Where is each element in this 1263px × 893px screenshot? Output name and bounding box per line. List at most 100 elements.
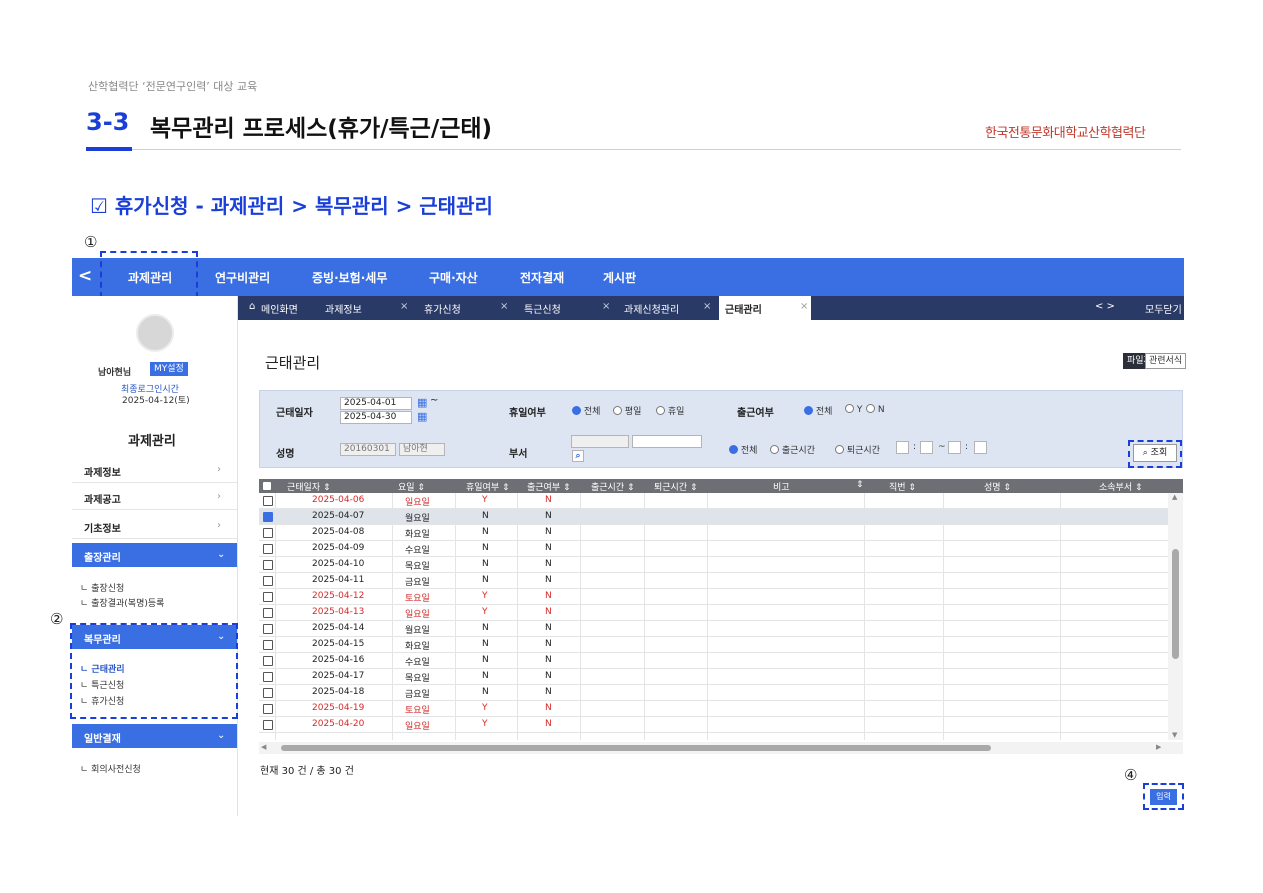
row-checkbox[interactable] bbox=[263, 656, 273, 666]
row-checkbox[interactable] bbox=[263, 720, 273, 730]
close-icon[interactable]: × bbox=[800, 301, 808, 312]
time-radio-all[interactable]: 전체 bbox=[729, 443, 757, 456]
date-to-input[interactable]: 2025-04-30 bbox=[340, 411, 412, 424]
row-checkbox[interactable] bbox=[263, 592, 273, 602]
dept-name-input[interactable] bbox=[632, 435, 702, 448]
close-icon[interactable]: × bbox=[500, 301, 508, 312]
row-checkbox[interactable] bbox=[263, 544, 273, 554]
col-name[interactable]: 성명 ⇕ bbox=[984, 480, 1011, 493]
topnav-board[interactable]: 게시판 bbox=[603, 269, 636, 286]
section-title: 복무관리 프로세스(휴가/특근/근태) bbox=[150, 116, 493, 142]
sidebar-item-general[interactable]: 일반결재 ⌄ bbox=[72, 724, 237, 748]
dept-label: 부서 bbox=[509, 449, 528, 460]
home-icon[interactable]: ⌂ bbox=[249, 301, 255, 312]
row-checkbox[interactable] bbox=[263, 608, 273, 618]
row-checkbox[interactable] bbox=[263, 672, 273, 682]
table-row[interactable]: 2025-04-16 수요일 N N bbox=[259, 653, 1168, 669]
time-radio-out[interactable]: 퇴근시간 bbox=[835, 443, 880, 456]
sidebar-item-project-notice[interactable]: 과제공고 › bbox=[72, 485, 237, 510]
back-icon[interactable]: < bbox=[78, 266, 92, 286]
close-icon[interactable]: × bbox=[602, 301, 610, 312]
select-all-checkbox[interactable] bbox=[263, 482, 271, 490]
emp-no-input[interactable]: 20160301 bbox=[340, 443, 396, 456]
row-checkbox[interactable] bbox=[263, 624, 273, 634]
date-from-input[interactable]: 2025-04-01 bbox=[340, 397, 412, 410]
table-row[interactable]: 2025-04-20 일요일 Y N bbox=[259, 717, 1168, 733]
tab-leave[interactable]: 휴가신청 bbox=[424, 301, 461, 316]
col-note[interactable]: 비고 bbox=[773, 480, 790, 493]
sidebar-item-trip[interactable]: 출장관리 ⌄ bbox=[72, 543, 237, 567]
time-min-from[interactable] bbox=[920, 441, 933, 454]
table-row[interactable]: 2025-04-18 금요일 N N bbox=[259, 685, 1168, 701]
holiday-radio-all[interactable]: 전체 bbox=[572, 404, 600, 417]
time-min-to[interactable] bbox=[974, 441, 987, 454]
time-hour-to[interactable] bbox=[948, 441, 961, 454]
table-row[interactable]: 2025-04-15 화요일 N N bbox=[259, 637, 1168, 653]
related-forms-button[interactable]: 관련서식 bbox=[1145, 353, 1187, 369]
calendar-icon[interactable]: ▦ bbox=[417, 410, 427, 423]
table-row[interactable]: 2025-04-17 목요일 N N bbox=[259, 669, 1168, 685]
tab-project-info[interactable]: 과제정보 bbox=[325, 301, 362, 316]
sidebar-sub-trip-apply[interactable]: ㄴ 출장신청 bbox=[80, 581, 124, 594]
row-checkbox[interactable] bbox=[263, 560, 273, 570]
topnav-evidence[interactable]: 증빙·보험·세무 bbox=[312, 269, 387, 286]
attend-radio-n[interactable]: N bbox=[866, 404, 885, 415]
horizontal-scrollbar[interactable]: ◀ ▶ bbox=[259, 742, 1183, 754]
row-checkbox[interactable] bbox=[263, 512, 273, 522]
table-row[interactable]: 2025-04-14 월요일 N N bbox=[259, 621, 1168, 637]
table-row[interactable]: 2025-04-11 금요일 N N bbox=[259, 573, 1168, 589]
col-emp-no[interactable]: 직번 ⇕ bbox=[889, 480, 916, 493]
holiday-radio-weekday[interactable]: 평일 bbox=[613, 404, 641, 417]
topnav-purchase[interactable]: 구매·자산 bbox=[429, 269, 478, 286]
calendar-icon[interactable]: ▦ bbox=[417, 396, 427, 409]
row-checkbox[interactable] bbox=[263, 704, 273, 714]
search-icon[interactable]: ⌕ bbox=[572, 450, 584, 462]
col-note-sort[interactable]: ⇕ bbox=[856, 480, 864, 490]
col-attend[interactable]: 출근여부 ⇕ bbox=[527, 480, 571, 493]
sidebar-item-basic-info[interactable]: 기초정보 › bbox=[72, 514, 237, 539]
sidebar-sub-meeting[interactable]: ㄴ 회의사전신청 bbox=[80, 762, 141, 775]
col-holiday[interactable]: 휴일여부 ⇕ bbox=[466, 480, 510, 493]
col-date[interactable]: 근태일자 ⇕ bbox=[287, 480, 331, 493]
col-dept[interactable]: 소속부서 ⇕ bbox=[1099, 480, 1143, 493]
holiday-radio-holiday[interactable]: 휴일 bbox=[656, 404, 684, 417]
tab-scroll-arrows[interactable]: < > bbox=[1095, 301, 1115, 312]
vertical-scrollbar[interactable]: ▲ ▼ bbox=[1168, 493, 1183, 740]
table-row[interactable]: 2025-04-09 수요일 N N bbox=[259, 541, 1168, 557]
topnav-approval[interactable]: 전자결재 bbox=[520, 269, 564, 286]
table-row[interactable]: 2025-04-07 월요일 N N bbox=[259, 509, 1168, 525]
row-checkbox[interactable] bbox=[263, 496, 273, 506]
time-radio-in[interactable]: 출근시간 bbox=[770, 443, 815, 456]
row-checkbox[interactable] bbox=[263, 528, 273, 538]
close-icon[interactable]: × bbox=[703, 301, 711, 312]
col-out-time[interactable]: 퇴근시간 ⇕ bbox=[654, 480, 698, 493]
tab-overtime[interactable]: 특근신청 bbox=[524, 301, 561, 316]
attend-radio-y[interactable]: Y bbox=[845, 404, 862, 415]
row-checkbox[interactable] bbox=[263, 576, 273, 586]
table-row[interactable]: 2025-04-19 토요일 Y N bbox=[259, 701, 1168, 717]
my-settings-button[interactable]: MY설정 bbox=[150, 362, 188, 376]
sidebar-sub-trip-result[interactable]: ㄴ 출장결과(복명)등록 bbox=[80, 596, 164, 609]
table-row[interactable]: 2025-04-06 일요일 Y N bbox=[259, 493, 1168, 509]
table-row[interactable]: 2025-04-08 화요일 N N bbox=[259, 525, 1168, 541]
close-icon[interactable]: × bbox=[400, 301, 408, 312]
tab-attendance[interactable]: 근태관리 bbox=[725, 301, 762, 316]
row-checkbox[interactable] bbox=[263, 688, 273, 698]
close-all-tabs[interactable]: 모두닫기 bbox=[1145, 301, 1182, 316]
table-row[interactable]: 2025-04-13 일요일 Y N bbox=[259, 605, 1168, 621]
col-day[interactable]: 요일 ⇕ bbox=[398, 480, 425, 493]
hscroll-thumb[interactable] bbox=[281, 745, 991, 751]
topnav-research-fund[interactable]: 연구비관리 bbox=[215, 269, 270, 286]
dept-code-input[interactable] bbox=[571, 435, 629, 448]
tab-project-apply[interactable]: 과제신청관리 bbox=[624, 301, 679, 316]
row-checkbox[interactable] bbox=[263, 640, 273, 650]
attend-radio-all[interactable]: 전체 bbox=[804, 404, 832, 417]
table-row[interactable]: 2025-04-12 토요일 Y N bbox=[259, 589, 1168, 605]
scroll-thumb[interactable] bbox=[1172, 549, 1179, 659]
sidebar-item-project-info[interactable]: 과제정보 › bbox=[72, 458, 237, 483]
tab-home[interactable]: 메인화면 bbox=[261, 301, 298, 316]
table-row[interactable]: 2025-04-10 목요일 N N bbox=[259, 557, 1168, 573]
time-hour-from[interactable] bbox=[896, 441, 909, 454]
name-input[interactable]: 남아현 bbox=[399, 443, 445, 456]
col-in-time[interactable]: 출근시간 ⇕ bbox=[591, 480, 635, 493]
